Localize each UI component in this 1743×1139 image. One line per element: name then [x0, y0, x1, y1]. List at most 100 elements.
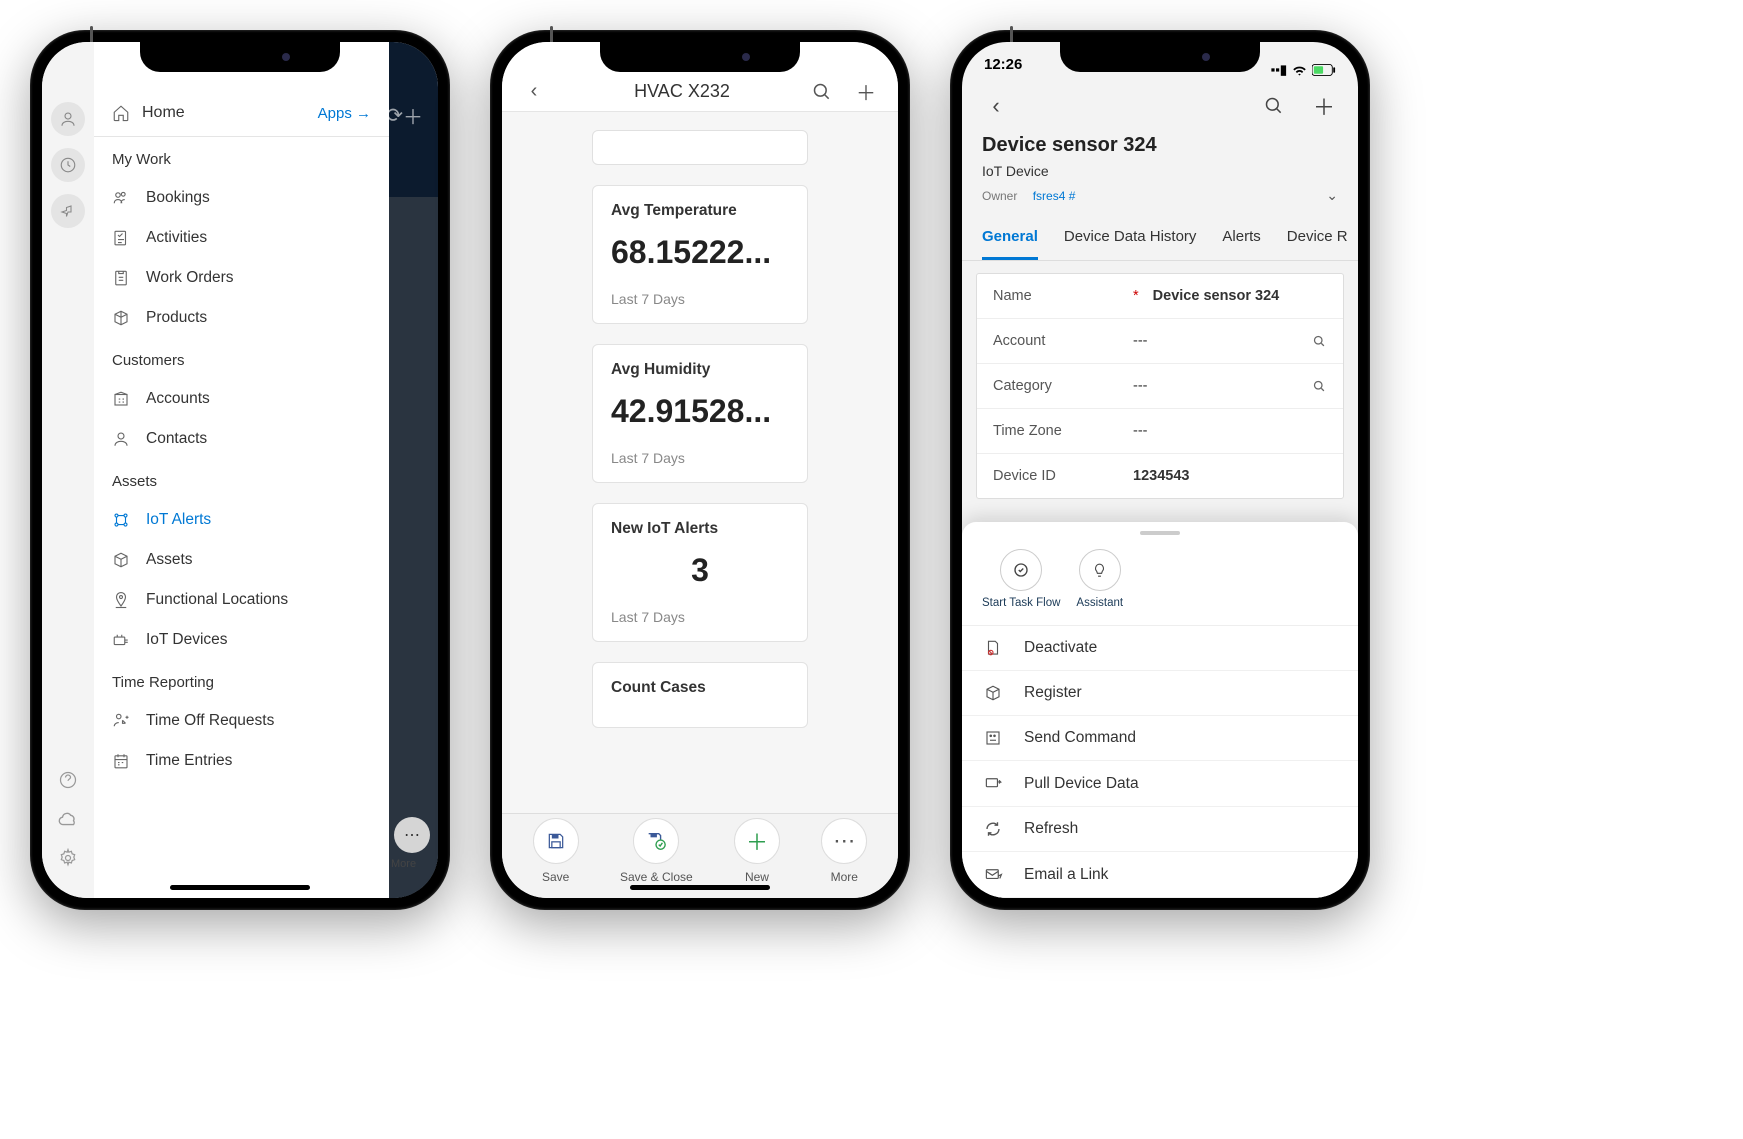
- help-icon[interactable]: [58, 770, 78, 790]
- field-label: Device ID: [993, 468, 1133, 484]
- nav-item-timeentries[interactable]: Time Entries: [94, 741, 389, 781]
- nav-item-locations[interactable]: Functional Locations: [94, 580, 389, 620]
- action-label: Email a Link: [1024, 866, 1108, 884]
- nav-item-activities[interactable]: Activities: [94, 218, 389, 258]
- search-icon[interactable]: [1264, 96, 1304, 116]
- nav-label: Contacts: [146, 430, 207, 448]
- action-email[interactable]: Email a Link: [962, 852, 1358, 898]
- tab-alerts[interactable]: Alerts: [1222, 218, 1260, 260]
- lookup-icon[interactable]: [1312, 379, 1327, 394]
- timeentries-icon: [112, 752, 132, 770]
- field-name[interactable]: Name*Device sensor 324: [977, 274, 1343, 319]
- action-label: Register: [1024, 684, 1082, 702]
- settings-icon[interactable]: [58, 848, 78, 868]
- toolbar-label: Save & Close: [620, 870, 693, 884]
- action-register[interactable]: Register: [962, 671, 1358, 716]
- tab-device-data-history[interactable]: Device Data History: [1064, 218, 1197, 260]
- page-subtitle: IoT Device: [962, 159, 1358, 185]
- metric-card[interactable]: Avg Humidity42.91528...Last 7 Days: [592, 344, 808, 483]
- nav-item-bookings[interactable]: Bookings: [94, 178, 389, 218]
- toolbar-new[interactable]: ＋New: [734, 818, 780, 884]
- toolbar-save[interactable]: Save: [533, 818, 579, 884]
- toolbar-label: New: [745, 870, 769, 884]
- nav-item-iotalerts[interactable]: IoT Alerts: [94, 500, 389, 540]
- field-time-zone[interactable]: Time Zone---: [977, 409, 1343, 454]
- field-category[interactable]: Category---: [977, 364, 1343, 409]
- back-icon[interactable]: ‹: [516, 80, 552, 103]
- add-icon: ＋: [403, 97, 423, 133]
- card-title: New IoT Alerts: [611, 520, 789, 538]
- activities-icon: [112, 229, 132, 247]
- toolbar-label: More: [831, 870, 858, 884]
- phone-2-screen: ‹ HVAC X232 ＋ Avg Temperature68.15222...…: [502, 42, 898, 898]
- nav-label: Bookings: [146, 189, 210, 207]
- nav-item-assets[interactable]: Assets: [94, 540, 389, 580]
- action-deactivate[interactable]: Deactivate: [962, 626, 1358, 671]
- collapsed-card[interactable]: [592, 130, 808, 165]
- pull-icon: [984, 774, 1006, 793]
- search-icon[interactable]: [812, 82, 848, 102]
- toolbar-save-close[interactable]: Save & Close: [620, 818, 693, 884]
- toolbar-icon: [533, 818, 579, 864]
- quick-action-label: Start Task Flow: [982, 597, 1060, 609]
- nav-item-workorders[interactable]: Work Orders: [94, 258, 389, 298]
- deactivate-icon: [984, 639, 1006, 657]
- toolbar-more[interactable]: ⋯ More: [821, 818, 867, 884]
- toolbar-label: Save: [542, 870, 569, 884]
- metric-card[interactable]: Avg Temperature68.15222...Last 7 Days: [592, 185, 808, 324]
- header: ‹ ＋: [962, 84, 1358, 128]
- nav-item-iotdevices[interactable]: IoT Devices: [94, 620, 389, 660]
- notch: [1060, 42, 1260, 72]
- field-device-id[interactable]: Device ID1234543: [977, 454, 1343, 498]
- section-header: My Work: [94, 137, 389, 178]
- toolbar-icon: ⋯: [821, 818, 867, 864]
- nav-top[interactable]: Home Apps →: [94, 90, 389, 137]
- more-button[interactable]: ⋯: [394, 817, 430, 853]
- nav-label: Work Orders: [146, 269, 234, 287]
- notch: [140, 42, 340, 72]
- drag-handle[interactable]: [1140, 531, 1180, 535]
- card-value: 42.91528...: [611, 393, 789, 430]
- cloud-icon[interactable]: [57, 808, 79, 830]
- lookup-icon[interactable]: [1312, 334, 1327, 349]
- field-value: ---: [1133, 423, 1327, 439]
- page-title: Device sensor 324: [962, 128, 1358, 159]
- owner-row[interactable]: Owner fsres4 # ⌄: [962, 185, 1358, 218]
- profile-icon[interactable]: [51, 102, 85, 136]
- phone-1-screen: ⟳ ＋ ⋯ More Home Apps → My Wo: [42, 42, 438, 898]
- section-header: Customers: [94, 338, 389, 379]
- apps-link[interactable]: Apps →: [318, 105, 371, 122]
- toolbar-icon: [633, 818, 679, 864]
- owner-label: Owner: [982, 189, 1017, 203]
- nav-item-timeoff[interactable]: Time Off Requests: [94, 701, 389, 741]
- signal-icon: ▪▪▮: [1271, 62, 1287, 78]
- metric-card[interactable]: New IoT Alerts3Last 7 Days: [592, 503, 808, 642]
- nav-label: Functional Locations: [146, 591, 288, 609]
- back-icon[interactable]: ‹: [976, 93, 1016, 119]
- quick-action-bulb[interactable]: Assistant: [1076, 549, 1123, 609]
- nav-item-products[interactable]: Products: [94, 298, 389, 338]
- tab-device-r[interactable]: Device R: [1287, 218, 1348, 260]
- nav-item-contacts[interactable]: Contacts: [94, 419, 389, 459]
- add-icon[interactable]: ＋: [1304, 90, 1344, 122]
- nav-label: Assets: [146, 551, 193, 569]
- field-label: Time Zone: [993, 423, 1133, 439]
- nav-item-accounts[interactable]: Accounts: [94, 379, 389, 419]
- quick-action-flow[interactable]: Start Task Flow: [982, 549, 1060, 609]
- metric-card[interactable]: Count Cases: [592, 662, 808, 728]
- recent-icon[interactable]: [51, 148, 85, 182]
- add-icon[interactable]: ＋: [848, 77, 884, 106]
- action-command[interactable]: Send Command: [962, 716, 1358, 761]
- home-icon: [112, 104, 130, 122]
- timeoff-icon: [112, 712, 132, 730]
- field-label: Name: [993, 288, 1133, 304]
- more-label: More: [391, 858, 416, 870]
- action-refresh[interactable]: Refresh: [962, 807, 1358, 852]
- assets-icon: [112, 551, 132, 569]
- field-account[interactable]: Account---: [977, 319, 1343, 364]
- pin-icon[interactable]: [51, 194, 85, 228]
- tab-general[interactable]: General: [982, 218, 1038, 260]
- products-icon: [112, 309, 132, 327]
- action-pull[interactable]: Pull Device Data: [962, 761, 1358, 807]
- contacts-icon: [112, 430, 132, 448]
